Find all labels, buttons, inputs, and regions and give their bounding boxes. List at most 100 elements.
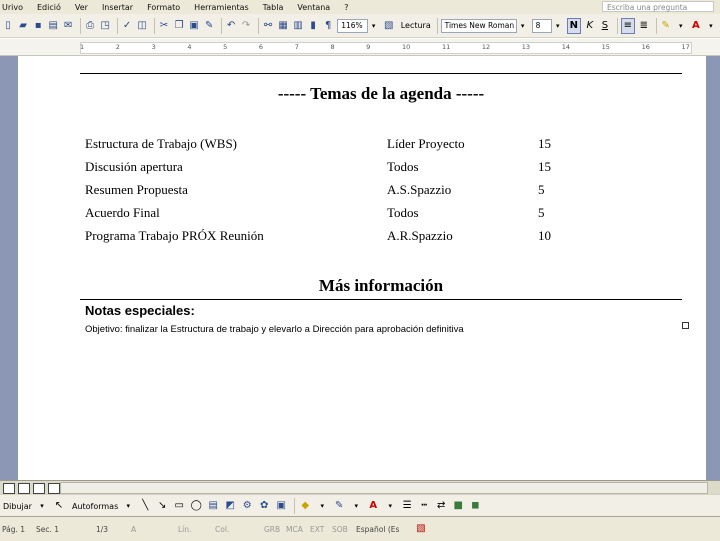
- align-left-icon[interactable]: ≡: [620, 17, 635, 34]
- menu-format[interactable]: Formato: [140, 3, 187, 12]
- vertical-scrollbar[interactable]: [706, 56, 720, 480]
- 3d-icon[interactable]: ◼: [468, 499, 482, 513]
- save-icon[interactable]: ▪: [32, 19, 44, 33]
- font-color-icon[interactable]: A: [690, 19, 702, 33]
- line-color-icon[interactable]: ✎: [332, 499, 346, 513]
- chevron-down-icon[interactable]: ▾: [675, 19, 687, 33]
- hyperlink-icon[interactable]: ⚯: [262, 19, 274, 33]
- arrow-icon[interactable]: ↘: [155, 499, 169, 513]
- draw-menu-button[interactable]: Dibujar: [3, 502, 32, 511]
- notes-title: Notas especiales:: [85, 303, 195, 318]
- web-view-button[interactable]: [18, 482, 30, 494]
- horizontal-scrollbar[interactable]: [60, 482, 708, 494]
- italic-button[interactable]: K: [584, 19, 596, 33]
- insert-table-icon[interactable]: ▥: [292, 19, 304, 33]
- autoshapes-button[interactable]: Autoformas: [72, 502, 118, 511]
- normal-view-button[interactable]: [3, 482, 15, 494]
- agenda-heading: ----- Temas de la agenda -----: [277, 84, 485, 103]
- menu-view[interactable]: Ver: [68, 3, 95, 12]
- print-preview-icon[interactable]: ◳: [99, 19, 111, 33]
- picture-icon[interactable]: ▣: [274, 499, 288, 513]
- more-info-heading: Más información: [318, 276, 444, 295]
- open-folder-icon[interactable]: ▰: [17, 19, 29, 33]
- tables-borders-icon[interactable]: ▦: [277, 19, 289, 33]
- read-mode-button[interactable]: Lectura: [401, 21, 431, 30]
- ruler-tick: 14: [561, 43, 570, 51]
- spelling-status-icon[interactable]: ▧: [414, 522, 428, 536]
- undo-icon[interactable]: ↶: [225, 19, 237, 33]
- diagram-icon[interactable]: ⚙: [240, 499, 254, 513]
- arrow-style-icon[interactable]: ⇄: [434, 499, 448, 513]
- research-icon[interactable]: ◫: [136, 19, 148, 33]
- chevron-down-icon[interactable]: ▾: [349, 499, 363, 513]
- outline-view-button[interactable]: [48, 482, 60, 494]
- underline-button[interactable]: S: [599, 19, 611, 33]
- copy-icon[interactable]: ❐: [173, 19, 185, 33]
- status-extend[interactable]: EXT: [310, 525, 324, 534]
- menu-tools[interactable]: Herramientas: [187, 3, 256, 12]
- chevron-down-icon[interactable]: ▾: [315, 499, 329, 513]
- new-document-icon[interactable]: ▯: [2, 19, 14, 33]
- status-page: Pág. 1: [2, 524, 26, 534]
- drawing-toolbar: Dibujar ▾ ↖ Autoformas ▾ ╲ ↘ ▭ ◯ ▤ ◩ ⚙ ✿…: [0, 494, 720, 517]
- status-line: Lín.: [178, 524, 192, 534]
- clipart-icon[interactable]: ✿: [257, 499, 271, 513]
- chevron-down-icon[interactable]: ▾: [705, 19, 717, 33]
- chevron-down-icon[interactable]: ▾: [552, 19, 564, 33]
- line-icon[interactable]: ╲: [138, 499, 152, 513]
- chevron-down-icon[interactable]: ▾: [121, 499, 135, 513]
- font-name-select[interactable]: Times New Roman: [440, 18, 517, 33]
- dash-style-icon[interactable]: ┅: [417, 499, 431, 513]
- print-view-button[interactable]: [33, 482, 45, 494]
- rectangle-icon[interactable]: ▭: [172, 499, 186, 513]
- format-painter-icon[interactable]: ✎: [203, 19, 215, 33]
- ruler-tick: 17: [681, 43, 690, 51]
- shadow-icon[interactable]: ■: [451, 499, 465, 513]
- line-style-icon[interactable]: ☰: [400, 499, 414, 513]
- status-language[interactable]: Español (Es: [356, 525, 399, 534]
- menu-file[interactable]: Urivo: [0, 3, 30, 12]
- chevron-down-icon[interactable]: ▾: [383, 499, 397, 513]
- print-icon[interactable]: ⎙: [84, 19, 96, 33]
- paste-icon[interactable]: ▣: [188, 19, 200, 33]
- menu-edit[interactable]: Edició: [30, 3, 68, 12]
- document-page[interactable]: ----- Temas de la agenda ----- Estructur…: [18, 56, 706, 480]
- ruler-tick: 15: [601, 43, 610, 51]
- ruler-tick: 16: [641, 43, 650, 51]
- chevron-down-icon[interactable]: ▾: [517, 19, 529, 33]
- justify-icon[interactable]: ≣: [638, 19, 650, 33]
- textbox-icon[interactable]: ▤: [206, 499, 220, 513]
- columns-icon[interactable]: ▮: [307, 19, 319, 33]
- show-hide-icon[interactable]: ¶: [322, 19, 334, 33]
- read-mode-icon[interactable]: ▧: [383, 19, 395, 33]
- select-objects-icon[interactable]: ↖: [52, 499, 66, 513]
- highlight-icon[interactable]: ✎: [660, 19, 672, 33]
- status-overtype[interactable]: SOB: [332, 525, 348, 534]
- font-color-icon[interactable]: A: [366, 499, 380, 513]
- status-track-changes[interactable]: MCA: [286, 525, 303, 534]
- fill-color-icon[interactable]: ◆: [298, 499, 312, 513]
- status-record[interactable]: GRB: [264, 525, 280, 534]
- menu-help[interactable]: ?: [337, 3, 355, 12]
- menu-window[interactable]: Ventana: [290, 3, 337, 12]
- bold-button[interactable]: N: [566, 17, 581, 34]
- wordart-icon[interactable]: ◩: [223, 499, 237, 513]
- zoom-select[interactable]: 116%: [337, 18, 368, 33]
- horizontal-ruler[interactable]: 1 2 3 4 5 6 7 8 9 10 11 12 13 14 15 16 1…: [0, 39, 720, 56]
- ruler-tick: 1: [80, 43, 85, 51]
- redo-icon[interactable]: ↷: [240, 19, 252, 33]
- chevron-down-icon[interactable]: ▾: [35, 499, 49, 513]
- chevron-down-icon[interactable]: ▾: [368, 19, 380, 33]
- menu-table[interactable]: Tabla: [256, 3, 291, 12]
- font-size-select[interactable]: 8: [531, 18, 552, 33]
- agenda-topic: Estructura de Trabajo (WBS): [85, 136, 238, 151]
- oval-icon[interactable]: ◯: [189, 499, 203, 513]
- email-icon[interactable]: ✉: [62, 19, 74, 33]
- spelling-icon[interactable]: ✓: [121, 19, 133, 33]
- ruler-tick: 12: [481, 43, 491, 51]
- permission-icon[interactable]: ▤: [47, 19, 59, 33]
- divider: [80, 73, 682, 74]
- menu-insert[interactable]: Insertar: [95, 3, 140, 12]
- help-search-input[interactable]: Escriba una pregunta: [602, 1, 714, 12]
- cut-icon[interactable]: ✂: [158, 19, 170, 33]
